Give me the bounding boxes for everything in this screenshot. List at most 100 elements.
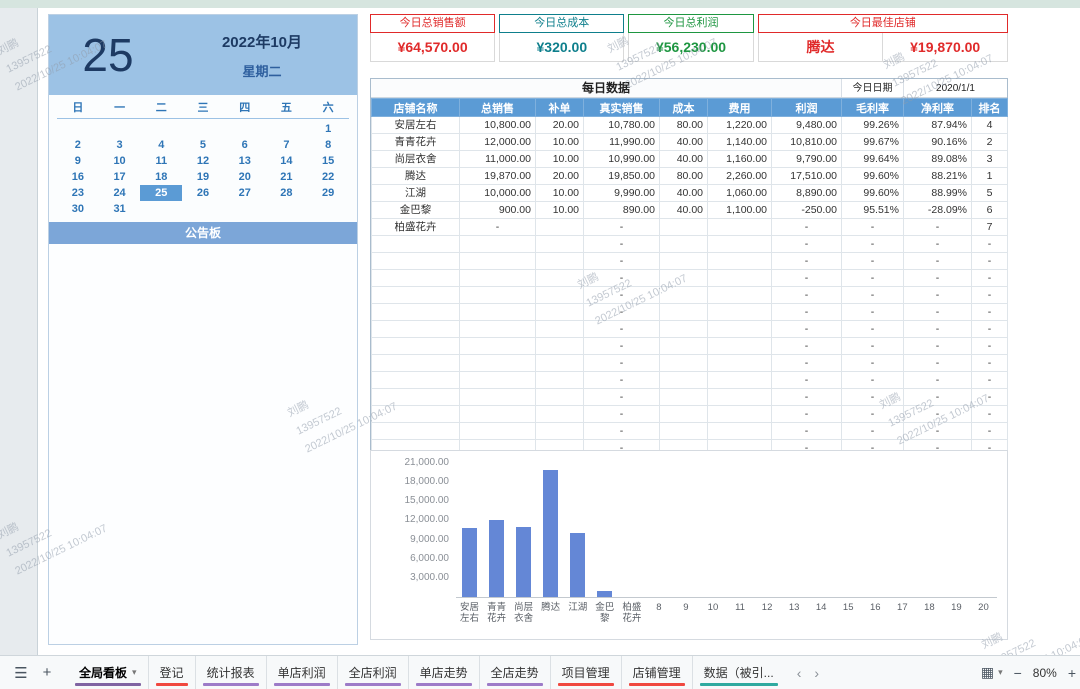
- table-cell[interactable]: [535, 286, 584, 304]
- table-cell[interactable]: -: [583, 286, 660, 304]
- calendar-day-15[interactable]: 15: [307, 153, 349, 169]
- table-cell[interactable]: -: [971, 371, 1008, 389]
- table-cell[interactable]: [535, 252, 584, 270]
- table-cell[interactable]: [459, 320, 536, 338]
- table-cell[interactable]: [659, 252, 708, 270]
- table-cell[interactable]: [535, 422, 584, 440]
- table-cell[interactable]: -: [903, 218, 972, 236]
- table-cell[interactable]: 99.26%: [841, 116, 904, 134]
- table-cell[interactable]: -: [971, 422, 1008, 440]
- table-cell[interactable]: 20.00: [535, 167, 584, 185]
- table-cell[interactable]: [707, 269, 772, 287]
- table-cell[interactable]: 5: [971, 184, 1008, 202]
- table-cell[interactable]: 89.08%: [903, 150, 972, 168]
- table-cell[interactable]: -: [583, 337, 660, 355]
- table-cell[interactable]: -: [841, 337, 904, 355]
- table-cell[interactable]: 10.00: [535, 133, 584, 151]
- table-cell[interactable]: -: [771, 422, 842, 440]
- sheet-tab-2[interactable]: 登记: [147, 656, 195, 689]
- calendar-day-20[interactable]: 20: [224, 169, 266, 185]
- table-cell[interactable]: 40.00: [659, 133, 708, 151]
- table-cell[interactable]: -: [971, 337, 1008, 355]
- table-cell[interactable]: 11,990.00: [583, 133, 660, 151]
- table-cell[interactable]: 87.94%: [903, 116, 972, 134]
- sheet-tab-7[interactable]: 全店走势: [478, 656, 550, 689]
- calendar-day-25[interactable]: 25: [140, 185, 183, 201]
- column-header[interactable]: 排名: [971, 98, 1008, 117]
- table-cell[interactable]: [371, 286, 460, 304]
- table-cell[interactable]: 12,000.00: [459, 133, 536, 151]
- table-cell[interactable]: [659, 337, 708, 355]
- table-cell[interactable]: -: [903, 422, 972, 440]
- table-cell[interactable]: 8,890.00: [771, 184, 842, 202]
- zoom-level[interactable]: 80%: [1033, 666, 1057, 680]
- calendar-day-24[interactable]: 24: [99, 185, 141, 201]
- calendar-day-3[interactable]: 3: [99, 137, 141, 153]
- table-cell[interactable]: -: [771, 371, 842, 389]
- table-cell[interactable]: 4: [971, 116, 1008, 134]
- calendar-day-30[interactable]: 30: [57, 201, 99, 217]
- view-mode-grid-icon[interactable]: ▦: [981, 664, 994, 681]
- table-cell[interactable]: [371, 252, 460, 270]
- table-cell[interactable]: [535, 388, 584, 406]
- calendar-day-27[interactable]: 27: [224, 185, 266, 201]
- sheet-tab-9[interactable]: 店铺管理: [620, 656, 692, 689]
- table-cell[interactable]: -: [903, 354, 972, 372]
- table-cell[interactable]: [371, 320, 460, 338]
- table-cell[interactable]: [371, 337, 460, 355]
- sheet-tab-3[interactable]: 统计报表: [194, 656, 266, 689]
- table-cell[interactable]: -: [583, 354, 660, 372]
- table-cell[interactable]: -: [841, 371, 904, 389]
- table-cell[interactable]: [707, 337, 772, 355]
- table-cell[interactable]: -: [771, 405, 842, 423]
- bar-尚层衣舍[interactable]: [516, 527, 532, 597]
- table-cell[interactable]: -: [771, 252, 842, 270]
- column-header[interactable]: 费用: [707, 98, 772, 117]
- table-cell[interactable]: [659, 303, 708, 321]
- table-cell[interactable]: -: [971, 388, 1008, 406]
- table-cell[interactable]: -: [841, 405, 904, 423]
- table-cell[interactable]: -: [771, 269, 842, 287]
- table-cell[interactable]: 88.99%: [903, 184, 972, 202]
- column-header[interactable]: 成本: [659, 98, 708, 117]
- table-cell[interactable]: -: [841, 235, 904, 253]
- table-cell[interactable]: [659, 422, 708, 440]
- table-cell[interactable]: [659, 269, 708, 287]
- table-cell[interactable]: [707, 235, 772, 253]
- table-cell[interactable]: -: [903, 269, 972, 287]
- table-cell[interactable]: -: [771, 218, 842, 236]
- table-cell[interactable]: [707, 303, 772, 321]
- table-cell[interactable]: [535, 320, 584, 338]
- table-cell[interactable]: [371, 235, 460, 253]
- sheet-tab-10[interactable]: 数据（被引...: [691, 656, 785, 689]
- table-cell[interactable]: 40.00: [659, 150, 708, 168]
- sheet-list-menu-icon[interactable]: ☰: [8, 660, 34, 686]
- table-cell[interactable]: [659, 320, 708, 338]
- table-cell[interactable]: [707, 388, 772, 406]
- table-cell[interactable]: -: [841, 303, 904, 321]
- table-cell[interactable]: 17,510.00: [771, 167, 842, 185]
- table-cell[interactable]: -: [771, 303, 842, 321]
- calendar-day-9[interactable]: 9: [57, 153, 99, 169]
- prev-sheet-arrow-icon[interactable]: ‹: [797, 665, 802, 681]
- table-cell[interactable]: 10.00: [535, 150, 584, 168]
- table-cell[interactable]: -: [903, 405, 972, 423]
- calendar-day-13[interactable]: 13: [224, 153, 266, 169]
- table-cell[interactable]: [459, 235, 536, 253]
- table-cell[interactable]: [535, 303, 584, 321]
- table-cell[interactable]: 10,780.00: [583, 116, 660, 134]
- table-cell[interactable]: [371, 422, 460, 440]
- sheet-tab-1[interactable]: 全局看板 ▾: [68, 656, 148, 689]
- table-cell[interactable]: 青青花卉: [371, 133, 460, 151]
- calendar-day-23[interactable]: 23: [57, 185, 99, 201]
- table-cell[interactable]: [459, 354, 536, 372]
- table-cell[interactable]: -: [771, 388, 842, 406]
- calendar-day-22[interactable]: 22: [307, 169, 349, 185]
- table-cell[interactable]: -: [841, 252, 904, 270]
- table-cell[interactable]: -: [841, 388, 904, 406]
- calendar-day-28[interactable]: 28: [266, 185, 308, 201]
- table-cell[interactable]: -: [841, 422, 904, 440]
- table-cell[interactable]: -: [583, 235, 660, 253]
- calendar-day-19[interactable]: 19: [182, 169, 224, 185]
- bar-青青花卉[interactable]: [489, 520, 505, 597]
